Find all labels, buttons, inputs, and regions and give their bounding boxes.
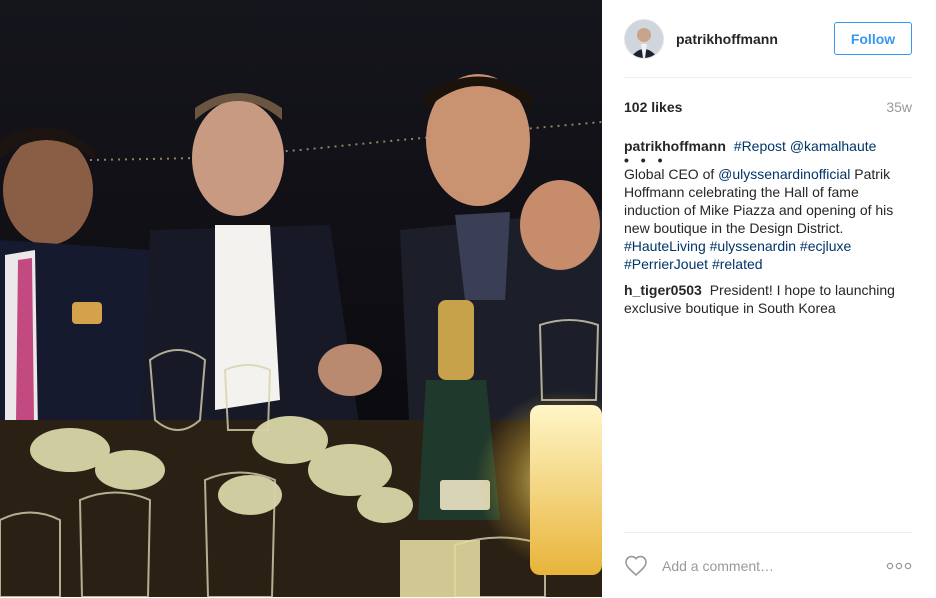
hashtag-link[interactable]: #ulyssenardin [710,238,796,254]
username-link[interactable]: patrikhoffmann [676,31,834,47]
add-comment-input[interactable] [660,556,886,575]
likes-count[interactable]: 102 likes [624,99,682,115]
post-age[interactable]: 35w [886,99,912,115]
comment-author-link[interactable]: h_tiger0503 [624,282,702,298]
hashtag-link[interactable]: #related [712,256,763,272]
post-sidebar: patrikhoffmann Follow 102 likes 35w patr… [602,0,936,597]
avatar-image [625,19,663,58]
caption-text: Global CEO of [624,166,715,182]
comment-item: h_tiger0503 President! I hope to launchi… [624,281,912,317]
party-photo-image [0,0,602,597]
caption-ellipsis: • • • [624,152,667,168]
heart-outline-icon[interactable] [624,554,648,578]
post-photo[interactable] [0,0,602,597]
hashtag-link[interactable]: #HauteLiving [624,238,706,254]
hashtag-link[interactable]: #PerrierJouet [624,256,708,272]
hashtag-link[interactable]: #ecjluxe [800,238,851,254]
mention-link[interactable]: @kamalhaute [790,138,877,154]
more-options-icon[interactable] [886,562,912,570]
post-caption: patrikhoffmann #Repost @kamalhaute • • •… [624,137,912,273]
post-footer [624,532,912,598]
follow-button[interactable]: Follow [834,22,912,55]
mention-link[interactable]: @ulyssenardinofficial [718,166,850,182]
instagram-post: patrikhoffmann Follow 102 likes 35w patr… [0,0,936,597]
post-meta: 102 likes 35w [624,99,912,115]
avatar[interactable] [624,18,664,59]
post-header: patrikhoffmann Follow [624,0,912,78]
hashtag-link[interactable]: #Repost [734,138,786,154]
